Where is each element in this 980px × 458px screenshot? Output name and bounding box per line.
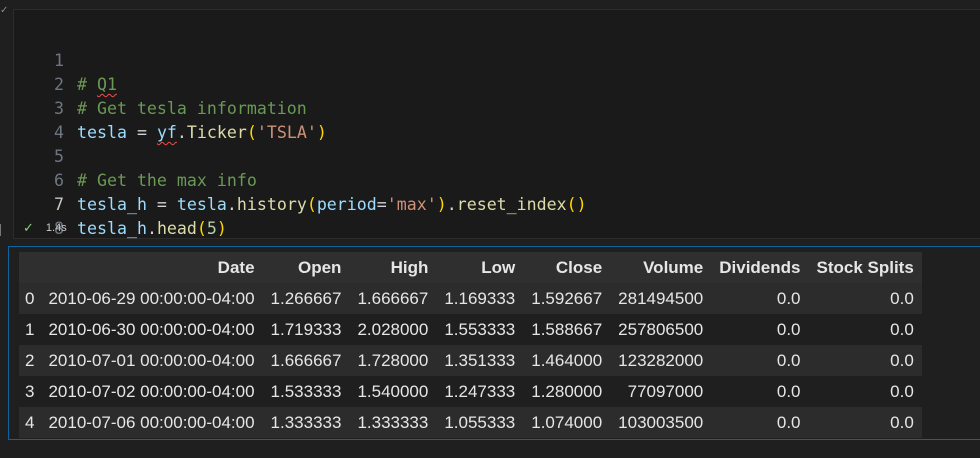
table-cell: 1.728000 bbox=[357, 350, 429, 370]
table-cell: 1.464000 bbox=[531, 350, 603, 370]
table-cell: 1.333333 bbox=[270, 412, 342, 432]
table-cell: 1.588667 bbox=[531, 319, 603, 339]
table-row: 3 2010-07-02 00:00:00-04:00 1.533333 1.5… bbox=[19, 376, 922, 407]
code-cell[interactable]: 1 # Q1 2 # Get tesla information 3 tesla… bbox=[13, 9, 980, 239]
table-cell: 1.266667 bbox=[270, 288, 342, 308]
table-cell: 1.719333 bbox=[270, 319, 342, 339]
table-cell: 77097000 bbox=[627, 381, 704, 401]
table-cell: 1.280000 bbox=[531, 381, 603, 401]
table-cell: 123282000 bbox=[618, 350, 704, 370]
row-index: 1 bbox=[25, 319, 35, 339]
table-cell: 0.0 bbox=[890, 350, 914, 370]
number-token: 5 bbox=[206, 219, 217, 238]
table-cell: 2010-07-01 00:00:00-04:00 bbox=[48, 350, 255, 370]
code-line-1[interactable]: 1 # Q1 bbox=[14, 25, 980, 94]
table-cell: 2010-06-29 00:00:00-04:00 bbox=[48, 288, 255, 308]
table-cell: 1.055333 bbox=[444, 412, 516, 432]
code-line-7[interactable]: 7 tesla_h.head(5) bbox=[14, 169, 980, 238]
table-cell: 0.0 bbox=[890, 381, 914, 401]
table-cell: 0.0 bbox=[776, 288, 801, 308]
code-line-5[interactable]: 5 # Get the max info bbox=[14, 121, 980, 190]
table-cell: 1.169333 bbox=[444, 288, 516, 308]
table-cell: 2010-06-30 00:00:00-04:00 bbox=[48, 319, 255, 339]
dot-token: . bbox=[146, 219, 157, 238]
success-check-icon: ✓ bbox=[23, 220, 34, 236]
table-cell: 1.074000 bbox=[531, 412, 603, 432]
code-line-4[interactable]: 4 bbox=[14, 97, 980, 142]
code-line-2[interactable]: 2 # Get tesla information bbox=[14, 49, 980, 118]
column-header bbox=[19, 252, 40, 283]
column-header: Dividends bbox=[719, 257, 801, 277]
row-index: 0 bbox=[25, 288, 35, 308]
code-line-6[interactable]: 6 tesla_h = tesla.history(period='max').… bbox=[14, 145, 980, 214]
row-index: 2 bbox=[25, 350, 35, 370]
table-cell: 257806500 bbox=[618, 319, 704, 339]
column-header: Open bbox=[297, 257, 342, 277]
variable-token: tesla_h bbox=[77, 219, 147, 238]
table-cell: 2.028000 bbox=[357, 319, 429, 339]
table-cell: 1.540000 bbox=[357, 381, 429, 401]
execution-time: 1.4s bbox=[45, 222, 67, 234]
paren-token: ) bbox=[216, 219, 227, 238]
table-cell: 0.0 bbox=[776, 381, 801, 401]
table-cell: 0.0 bbox=[776, 319, 801, 339]
row-index: 3 bbox=[25, 381, 35, 401]
table-cell: 2010-07-02 00:00:00-04:00 bbox=[48, 381, 255, 401]
execution-status: ✓ 1.4s bbox=[23, 220, 67, 236]
table-row: 1 2010-06-30 00:00:00-04:00 1.719333 2.0… bbox=[19, 314, 922, 345]
column-header: Close bbox=[555, 257, 603, 277]
column-header: Volume bbox=[643, 257, 704, 277]
table-cell: 281494500 bbox=[618, 288, 704, 308]
code-line-8[interactable]: 8 bbox=[14, 193, 980, 238]
table-cell: 1.592667 bbox=[531, 288, 603, 308]
table-cell: 2010-07-06 00:00:00-04:00 bbox=[48, 412, 255, 432]
table-cell: 0.0 bbox=[890, 288, 914, 308]
table-cell: 103003500 bbox=[618, 412, 704, 432]
table-cell: 1.533333 bbox=[270, 381, 342, 401]
column-header: High bbox=[390, 257, 429, 277]
table-cell: 1.351333 bbox=[444, 350, 516, 370]
table-cell: 0.0 bbox=[776, 350, 801, 370]
paren-token: ( bbox=[196, 219, 207, 238]
table-cell: 1.666667 bbox=[357, 288, 429, 308]
table-header-row: Date Open High Low Close Volume Dividend… bbox=[19, 252, 922, 283]
column-header: Stock Splits bbox=[816, 257, 914, 277]
row-index: 4 bbox=[25, 412, 35, 432]
table-cell: 0.0 bbox=[890, 319, 914, 339]
table-cell: 0.0 bbox=[890, 412, 914, 432]
table-row: 0 2010-06-29 00:00:00-04:00 1.266667 1.6… bbox=[19, 283, 922, 314]
function-token: head bbox=[156, 219, 197, 238]
code-editor[interactable]: 1 # Q1 2 # Get tesla information 3 tesla… bbox=[14, 25, 980, 238]
table-cell: 1.553333 bbox=[444, 319, 516, 339]
table-cell: 1.247333 bbox=[444, 381, 516, 401]
code-line-3[interactable]: 3 tesla = yf.Ticker('TSLA') bbox=[14, 73, 980, 142]
collapse-chevron-icon[interactable]: ✓ bbox=[0, 6, 10, 16]
table-cell: 0.0 bbox=[776, 412, 801, 432]
column-header: Low bbox=[481, 257, 516, 277]
cell-bracket[interactable] bbox=[0, 224, 7, 236]
table-row: 2 2010-07-01 00:00:00-04:00 1.666667 1.7… bbox=[19, 345, 922, 376]
dataframe-table: Date Open High Low Close Volume Dividend… bbox=[19, 252, 922, 438]
table-row: 4 2010-07-06 00:00:00-04:00 1.333333 1.3… bbox=[19, 407, 922, 438]
table-cell: 1.333333 bbox=[357, 412, 429, 432]
cell-output[interactable]: Date Open High Low Close Volume Dividend… bbox=[8, 246, 980, 440]
table-cell: 1.666667 bbox=[270, 350, 342, 370]
column-header: Date bbox=[217, 257, 255, 277]
